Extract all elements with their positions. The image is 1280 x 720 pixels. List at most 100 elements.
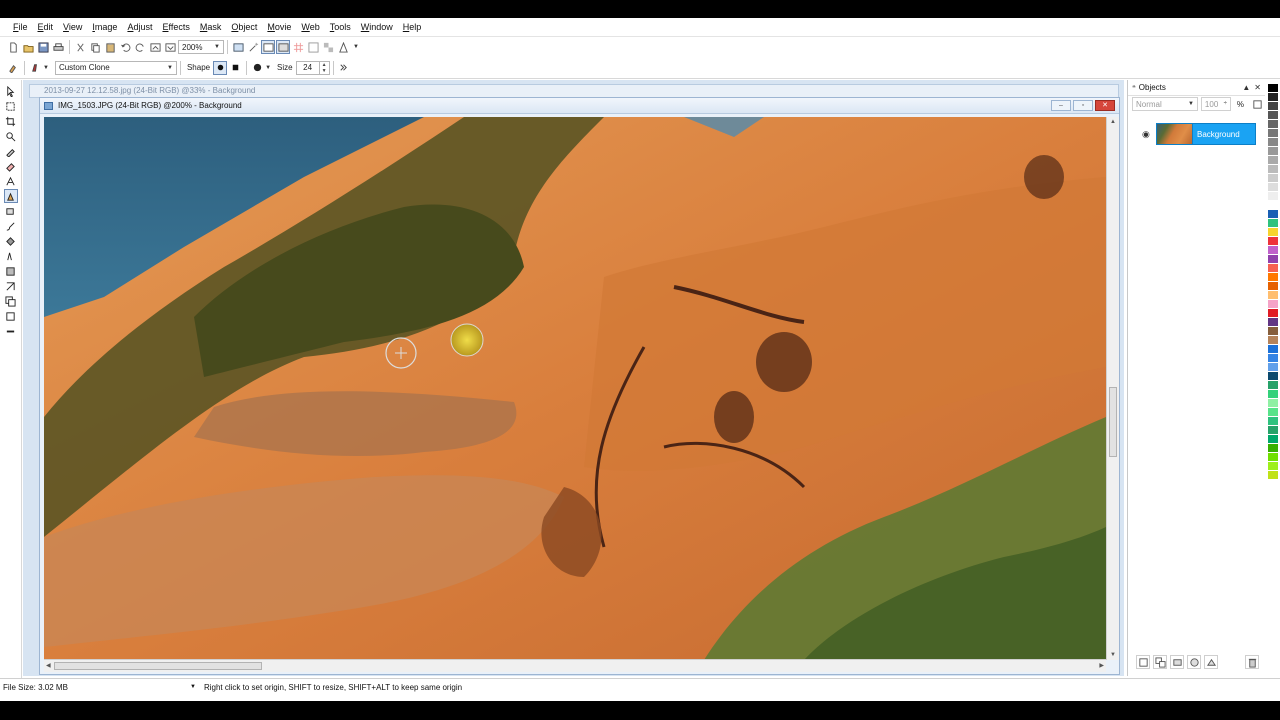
- opacity-input[interactable]: 100 ÷: [1200, 97, 1231, 111]
- text-tool-icon[interactable]: [4, 174, 18, 188]
- chevron-down-icon[interactable]: ▼: [43, 65, 49, 71]
- chevron-down-icon[interactable]: ▼: [265, 65, 271, 71]
- palette-swatch[interactable]: [1268, 462, 1278, 471]
- minimize-button[interactable]: –: [1051, 100, 1071, 111]
- fill-tool-icon[interactable]: [4, 234, 18, 248]
- palette-swatch[interactable]: [1268, 84, 1278, 93]
- combine-objects-icon[interactable]: [1170, 655, 1184, 669]
- palette-swatch[interactable]: [1268, 264, 1278, 273]
- palette-swatch[interactable]: [1268, 435, 1278, 444]
- palette-swatch[interactable]: [1268, 363, 1278, 372]
- palette-swatch[interactable]: [1268, 480, 1278, 489]
- menu-tools[interactable]: Tools: [325, 22, 356, 32]
- palette-swatch[interactable]: [1268, 147, 1278, 156]
- palette-swatch[interactable]: [1268, 237, 1278, 246]
- palette-swatch[interactable]: [1268, 381, 1278, 390]
- menu-effects[interactable]: Effects: [157, 22, 194, 32]
- pick-tool-icon[interactable]: [4, 84, 18, 98]
- palette-swatch[interactable]: [1268, 291, 1278, 300]
- color-swatch-icon[interactable]: [4, 294, 18, 308]
- palette-swatch[interactable]: [1268, 336, 1278, 345]
- menu-movie[interactable]: Movie: [262, 22, 296, 32]
- panel-close-icon[interactable]: ✕: [1254, 83, 1261, 92]
- active-document-titlebar[interactable]: IMG_1503.JPG (24-Bit RGB) @200% - Backgr…: [40, 98, 1119, 114]
- chevron-down-icon[interactable]: ▼: [353, 44, 359, 50]
- menu-object[interactable]: Object: [226, 22, 262, 32]
- size-stepper[interactable]: ▲ ▼: [319, 60, 330, 75]
- undo-icon[interactable]: [118, 40, 132, 54]
- menu-adjust[interactable]: Adjust: [122, 22, 157, 32]
- zoom-tool-icon[interactable]: [4, 129, 18, 143]
- menu-edit[interactable]: Edit: [33, 22, 59, 32]
- scroll-up-icon[interactable]: ▲: [1110, 119, 1116, 125]
- lock-transparency-icon[interactable]: [1250, 97, 1264, 111]
- palette-swatch[interactable]: [1268, 219, 1278, 228]
- scroll-left-icon[interactable]: ◀: [46, 662, 51, 669]
- palette-swatch[interactable]: [1268, 408, 1278, 417]
- background-swatch-icon[interactable]: [4, 309, 18, 323]
- scroll-down-icon[interactable]: ▼: [1110, 652, 1116, 658]
- vertical-scroll-thumb[interactable]: [1109, 387, 1117, 457]
- mask-tool-icon[interactable]: [4, 99, 18, 113]
- scroll-right-icon[interactable]: ▶: [1099, 662, 1104, 669]
- palette-swatch[interactable]: [1268, 327, 1278, 336]
- reset-colors-icon[interactable]: [4, 324, 18, 338]
- object-picker-icon[interactable]: [4, 279, 18, 293]
- restore-button[interactable]: ▫: [1073, 100, 1093, 111]
- save-icon[interactable]: [36, 40, 50, 54]
- brush-tool-icon[interactable]: [4, 219, 18, 233]
- palette-swatch[interactable]: [1268, 471, 1278, 480]
- menu-web[interactable]: Web: [296, 22, 324, 32]
- palette-swatch[interactable]: [1268, 183, 1278, 192]
- redo-icon[interactable]: [133, 40, 147, 54]
- copy-icon[interactable]: [88, 40, 102, 54]
- magic-wand-icon[interactable]: [246, 40, 260, 54]
- cut-icon[interactable]: [73, 40, 87, 54]
- open-file-icon[interactable]: [21, 40, 35, 54]
- palette-swatch[interactable]: [1268, 426, 1278, 435]
- blend-mode-select[interactable]: Normal ▼: [1132, 97, 1198, 111]
- palette-swatch[interactable]: [1268, 300, 1278, 309]
- eraser-tool-icon[interactable]: [4, 159, 18, 173]
- palette-swatch[interactable]: [1268, 120, 1278, 129]
- horizontal-scroll-thumb[interactable]: [54, 662, 262, 670]
- menu-image[interactable]: Image: [87, 22, 122, 32]
- palette-swatch[interactable]: [1268, 228, 1278, 237]
- palette-swatch[interactable]: [1268, 453, 1278, 462]
- palette-swatch[interactable]: [1268, 309, 1278, 318]
- palette-swatch[interactable]: [1268, 111, 1278, 120]
- new-file-icon[interactable]: [6, 40, 20, 54]
- palette-swatch[interactable]: [1268, 399, 1278, 408]
- transparency-icon[interactable]: [321, 40, 335, 54]
- menu-window[interactable]: Window: [356, 22, 398, 32]
- opacity-stepper-icon[interactable]: ÷: [1224, 101, 1227, 107]
- palette-swatch[interactable]: [1268, 201, 1278, 210]
- image-canvas[interactable]: [44, 117, 1106, 660]
- more-options-icon[interactable]: [337, 61, 351, 75]
- menu-file[interactable]: File: [8, 22, 33, 32]
- background-document-title[interactable]: 2013-09-27 12.12.58.jpg (24-Bit RGB) @33…: [29, 84, 1119, 98]
- grid-icon[interactable]: [291, 40, 305, 54]
- clone-mode-select[interactable]: Custom Clone ▼: [54, 60, 177, 75]
- delete-object-icon[interactable]: [1245, 655, 1259, 669]
- close-button[interactable]: ✕: [1095, 100, 1115, 111]
- launch-icon[interactable]: [336, 40, 350, 54]
- import-icon[interactable]: [148, 40, 162, 54]
- color-replacer-icon[interactable]: [4, 264, 18, 278]
- palette-swatch[interactable]: [1268, 93, 1278, 102]
- palette-swatch[interactable]: [1268, 255, 1278, 264]
- lens-icon[interactable]: [1204, 655, 1218, 669]
- palette-swatch[interactable]: [1268, 318, 1278, 327]
- clone-tool-icon[interactable]: [6, 61, 20, 75]
- palette-swatch[interactable]: [1268, 354, 1278, 363]
- round-shape-icon[interactable]: [213, 60, 228, 75]
- eyedropper-tool-icon[interactable]: [4, 144, 18, 158]
- horizontal-scrollbar[interactable]: ◀ ▶: [44, 659, 1106, 672]
- palette-swatch[interactable]: [1268, 102, 1278, 111]
- effect-tool-icon[interactable]: [4, 249, 18, 263]
- panel-collapse-icon[interactable]: ▲: [1242, 83, 1250, 92]
- palette-swatch[interactable]: [1268, 174, 1278, 183]
- palette-swatch[interactable]: [1268, 345, 1278, 354]
- eye-icon[interactable]: ◉: [1142, 129, 1156, 140]
- layer-row[interactable]: ◉ Background: [1142, 122, 1258, 146]
